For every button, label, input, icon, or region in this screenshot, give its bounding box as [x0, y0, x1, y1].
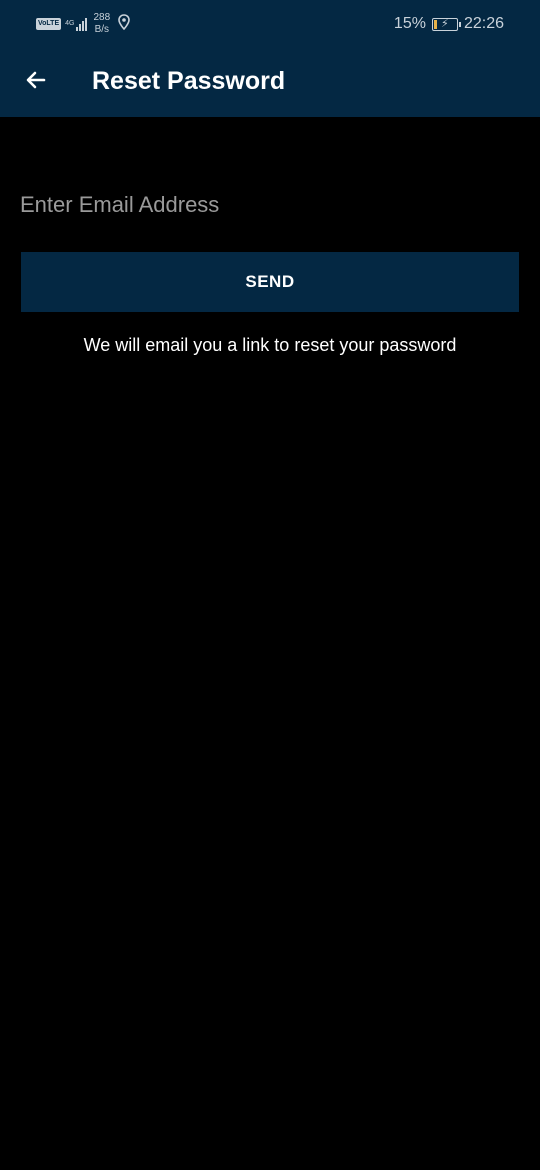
- send-button[interactable]: SEND: [21, 252, 519, 312]
- arrow-back-icon: [26, 71, 46, 89]
- status-left: VoLTE 4G 288 B/s: [36, 12, 130, 36]
- clock: 22:26: [463, 15, 504, 32]
- email-field[interactable]: [20, 184, 520, 226]
- network-speed: 288 B/s: [93, 12, 110, 36]
- status-bar: VoLTE 4G 288 B/s 15% ⚡ 22:26: [0, 0, 540, 46]
- speed-value: 288: [93, 12, 111, 23]
- battery-icon: ⚡: [431, 17, 461, 31]
- page-title: Reset Password: [92, 67, 286, 95]
- app-bar: Reset Password: [0, 46, 540, 117]
- battery-percent: 15%: [393, 15, 426, 32]
- volte-badge: VoLTE: [36, 18, 62, 30]
- reset-hint-text: We will email you a link to reset your p…: [83, 335, 457, 355]
- battery-cap: [458, 21, 461, 27]
- network-label: 4G: [65, 20, 75, 27]
- location-icon: [118, 13, 130, 35]
- battery-fill: [433, 19, 437, 29]
- signal-icon: [76, 17, 88, 31]
- speed-unit: B/s: [94, 24, 110, 35]
- status-right: 15% ⚡ 22:26: [394, 12, 504, 36]
- back-button[interactable]: [18, 62, 54, 98]
- charging-icon: ⚡: [440, 17, 449, 30]
- network-type: 4G: [65, 20, 74, 28]
